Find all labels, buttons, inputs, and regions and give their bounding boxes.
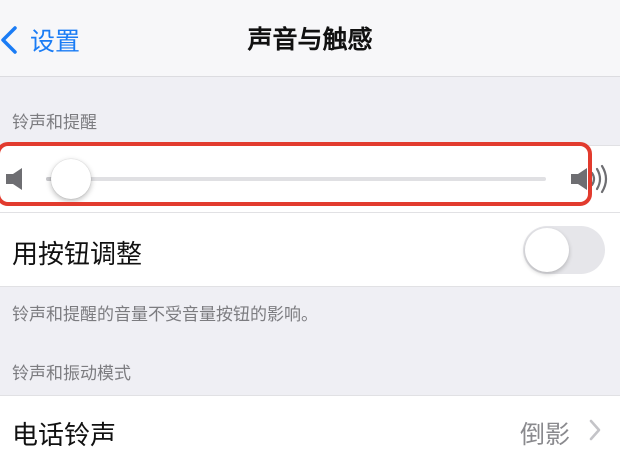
ringtone-value: 倒影 (519, 420, 570, 449)
speaker-high-icon (568, 163, 610, 195)
chevron-right-icon (588, 416, 602, 444)
speaker-low-icon (4, 165, 26, 193)
change-with-buttons-toggle[interactable] (523, 226, 605, 274)
toggle-knob (525, 228, 569, 272)
page-title: 声音与触感 (247, 25, 373, 54)
volume-slider-track[interactable] (46, 177, 546, 181)
navigation-bar: 设置 声音与触感 (0, 0, 620, 77)
section-header-vibration: 铃声和振动模式 (12, 364, 131, 384)
ringtone-label: 电话铃声 (12, 421, 117, 451)
ringer-footer-note: 铃声和提醒的音量不受音量按钮的影响。 (12, 305, 318, 325)
section-header-ringer: 铃声和提醒 (12, 113, 97, 133)
screen: 设置 声音与触感 铃声和提醒 用按钮调整 铃声和提醒的音量不受音量按钮的影响。 (0, 0, 620, 451)
volume-slider-thumb[interactable] (51, 159, 91, 199)
change-with-buttons-label: 用按钮调整 (12, 240, 143, 270)
